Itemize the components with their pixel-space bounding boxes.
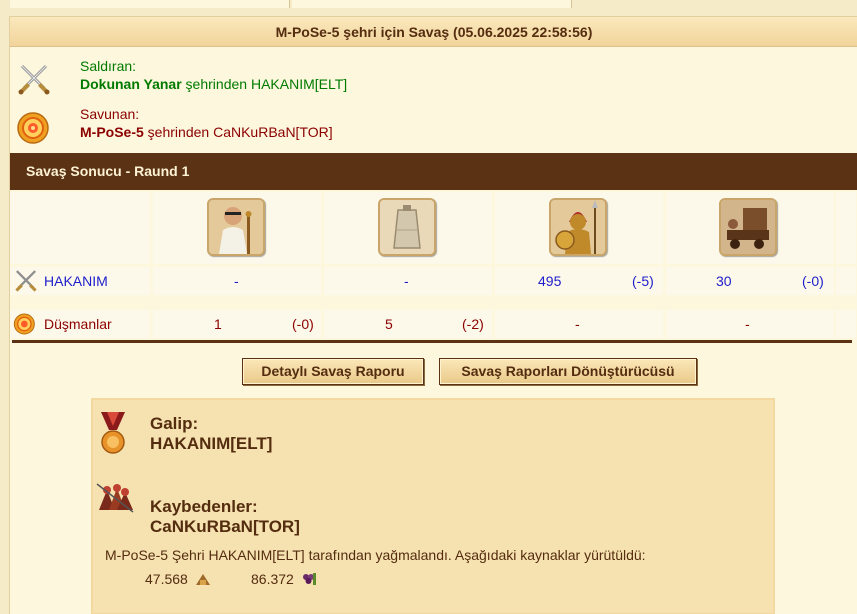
- cell-loss: (-2): [462, 316, 484, 332]
- defender-player[interactable]: CaNKuRBaN[TOR]: [213, 124, 333, 140]
- battle-title: M-PoSe-5 şehri için Savaş (05.06.2025 22…: [10, 17, 857, 47]
- attacker-row-name[interactable]: HAKANIM: [44, 267, 108, 295]
- unit-cell-end: [836, 192, 856, 264]
- defeated-soldiers-icon: [96, 483, 134, 513]
- round-result-header: Savaş Sonucu - Raund 1: [10, 153, 857, 190]
- defender-row-name: Düşmanlar: [44, 316, 112, 332]
- tab-left[interactable]: [10, 0, 290, 8]
- wall-unit-icon[interactable]: [378, 198, 436, 256]
- table-row-attacker: HAKANIM - - 495 (-5) 30 (-0): [10, 267, 857, 295]
- unit-header-blank: [10, 192, 150, 264]
- attacker-label: Saldıran:: [80, 58, 137, 74]
- losers-label: Kaybedenler:: [150, 497, 258, 516]
- defender-description: M-PoSe-5 şehrinden CaNKuRBaN[TOR]: [80, 124, 333, 140]
- shield-icon: [13, 313, 35, 335]
- cell-loss: (-5): [632, 273, 654, 289]
- attacker-city[interactable]: Dokunan Yanar: [80, 76, 182, 92]
- wood-icon: [196, 574, 210, 585]
- cell-value: 495: [538, 273, 562, 289]
- cell-value: -: [234, 273, 239, 289]
- report-converter-button[interactable]: Savaş Raporları Dönüştürücüsü: [439, 358, 697, 385]
- top-tab-strip: [0, 0, 857, 8]
- defender-label: Savunan:: [80, 106, 140, 122]
- resource-amount-wood: 47.568: [145, 571, 188, 587]
- shield-icon: [17, 112, 49, 144]
- medal-icon: [101, 412, 125, 454]
- winner-name: HAKANIM[ELT]: [150, 434, 273, 453]
- crossed-swords-icon: [15, 270, 37, 292]
- tab-right[interactable]: [292, 0, 572, 8]
- cell-value: -: [745, 316, 750, 332]
- battle-report-panel: M-PoSe-5 şehri için Savaş (05.06.2025 22…: [9, 16, 857, 614]
- cell-value: -: [575, 316, 580, 332]
- cell-value: -: [404, 273, 409, 289]
- cell-value: 5: [385, 316, 393, 332]
- citizen-unit-icon[interactable]: [207, 198, 265, 256]
- defender-middle: şehrinden: [143, 124, 214, 140]
- crossed-swords-icon: [18, 64, 50, 95]
- divider: [12, 340, 852, 343]
- hoplite-unit-icon[interactable]: [549, 198, 607, 256]
- attacker-description: Dokunan Yanar şehrinden HAKANIM[ELT]: [80, 76, 347, 92]
- defender-info: Savunan: M-PoSe-5 şehrinden CaNKuRBaN[TO…: [10, 106, 857, 146]
- ram-unit-icon[interactable]: [719, 198, 777, 256]
- winner-label: Galip:: [150, 414, 199, 433]
- attacker-player[interactable]: HAKANIM[ELT]: [251, 76, 347, 92]
- battle-summary: Galip: HAKANIM[ELT] Kaybedenler: CaNKuRB…: [91, 398, 775, 614]
- losers-name: CaNKuRBaN[TOR]: [150, 517, 300, 536]
- attacker-middle: şehrinden: [181, 76, 251, 92]
- cell-loss: (-0): [292, 316, 314, 332]
- resource-amount-wine: 86.372: [251, 571, 294, 587]
- cell-value: 1: [214, 316, 222, 332]
- attacker-info: Saldıran: Dokunan Yanar şehrinden HAKANI…: [10, 58, 857, 98]
- detailed-report-button[interactable]: Detaylı Savaş Raporu: [242, 358, 424, 385]
- defender-city[interactable]: M-PoSe-5: [80, 124, 144, 140]
- cell-value: 30: [716, 273, 732, 289]
- plunder-message: M-PoSe-5 Şehri HAKANIM[ELT] tarafından y…: [105, 547, 646, 563]
- unit-header-row: [10, 190, 857, 266]
- table-row-defender: Düşmanlar 1 (-0) 5 (-2) - -: [10, 310, 857, 338]
- wine-icon: [303, 573, 316, 585]
- cell-loss: (-0): [802, 273, 824, 289]
